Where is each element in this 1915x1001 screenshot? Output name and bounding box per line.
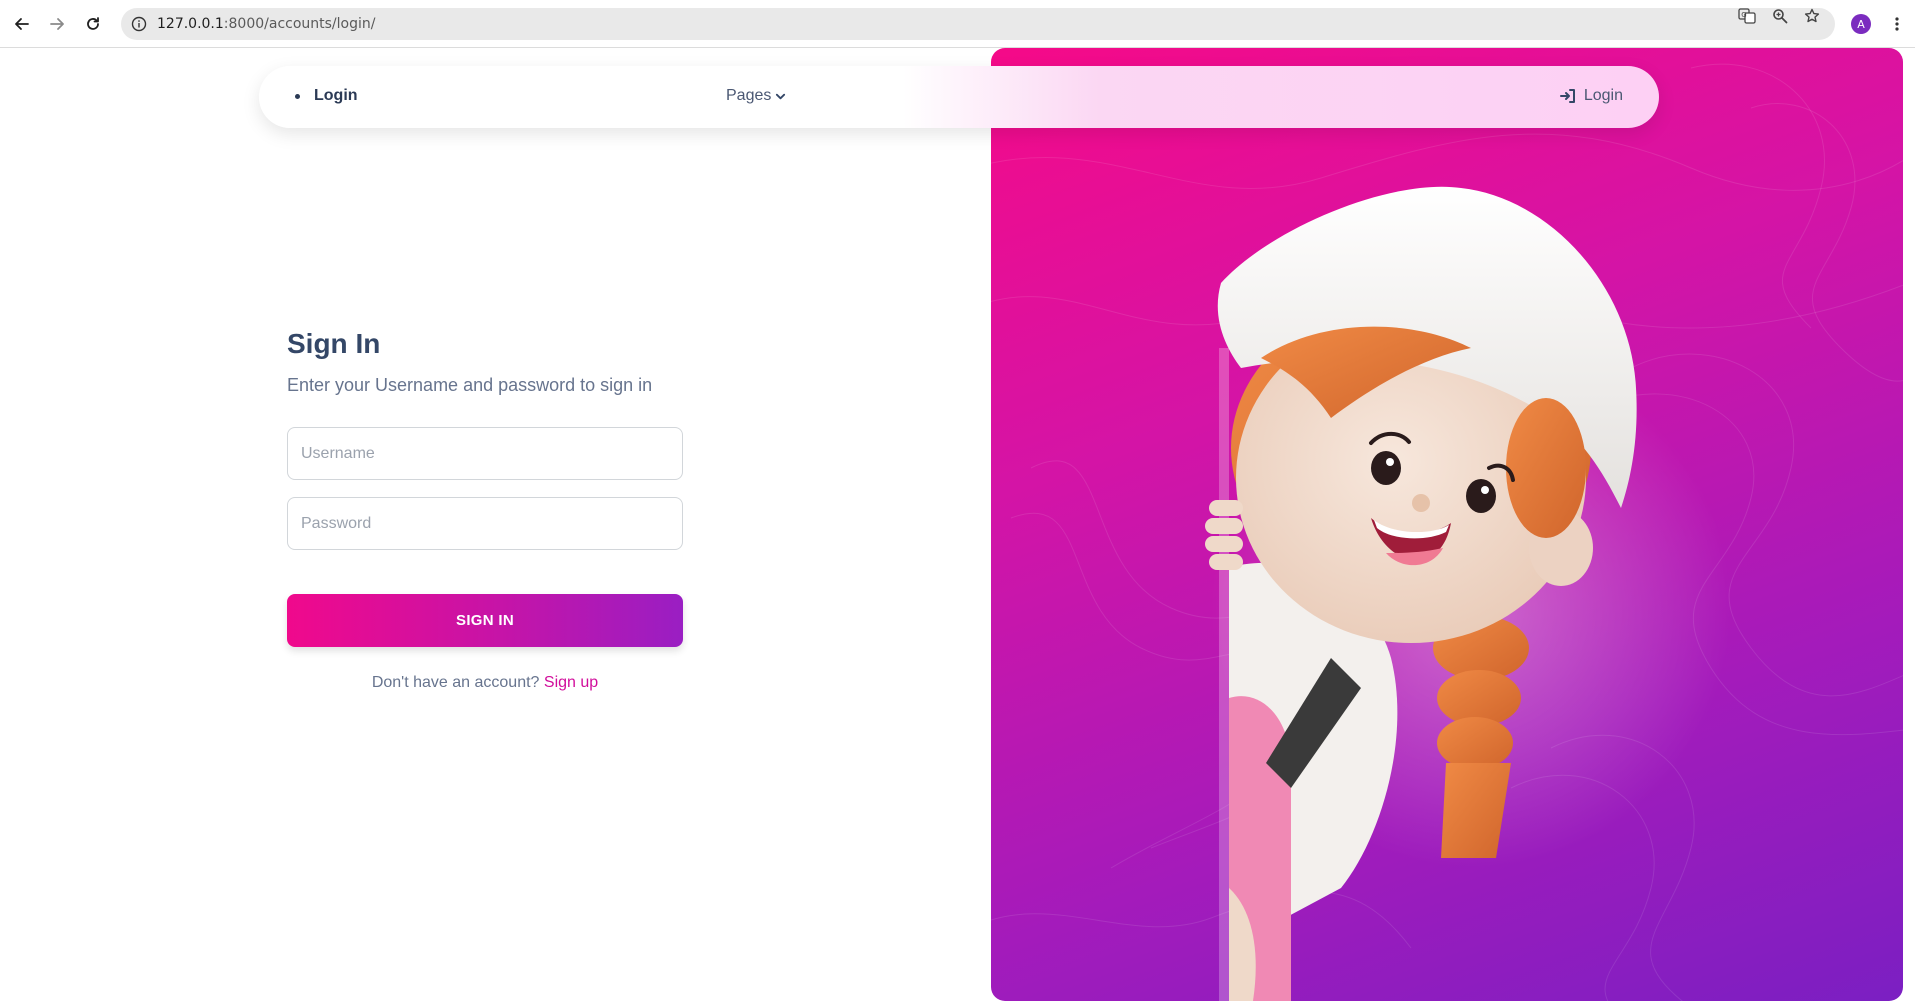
navbar-brand-label: Login <box>314 87 358 104</box>
zoom-button[interactable] <box>1770 8 1790 24</box>
browser-toolbar: 127.0.0.1:8000/accounts/login/ G A <box>0 0 1915 48</box>
pages-label: Pages <box>726 87 772 104</box>
hero-panel <box>991 48 1903 1001</box>
svg-text:G: G <box>1741 11 1746 19</box>
translate-icon: G <box>1738 8 1756 24</box>
arrow-right-icon <box>50 18 64 30</box>
address-bar[interactable]: 127.0.0.1:8000/accounts/login/ <box>121 8 1835 40</box>
profile-avatar[interactable]: A <box>1851 14 1871 34</box>
character-illustration <box>1205 186 1731 1001</box>
url-host: 127.0.0.1 <box>157 16 224 32</box>
back-button[interactable] <box>10 12 34 36</box>
reload-icon <box>87 17 99 30</box>
sign-in-icon <box>1559 89 1575 103</box>
top-navbar: Login Pages Login <box>259 66 1659 128</box>
username-input[interactable] <box>287 427 683 480</box>
forward-button[interactable] <box>45 12 69 36</box>
password-input[interactable] <box>287 497 683 550</box>
info-icon[interactable] <box>131 16 147 32</box>
sign-in-button[interactable]: SIGN IN <box>287 594 683 647</box>
browser-menu-button[interactable] <box>1889 12 1905 36</box>
page-subtitle: Enter your Username and password to sign… <box>287 375 653 395</box>
signup-prompt: Don't have an account? Sign up <box>287 674 683 692</box>
page-title: Sign In <box>287 328 381 359</box>
navbar-login-label: Login <box>1583 87 1623 104</box>
bullet-icon <box>295 93 300 99</box>
reload-button[interactable] <box>81 12 105 36</box>
signup-prompt-text: Don't have an account? <box>371 674 544 691</box>
arrow-left-icon <box>15 18 29 30</box>
url-text: 127.0.0.1:8000/accounts/login/ <box>157 16 375 32</box>
url-path: :8000/accounts/login/ <box>223 16 376 32</box>
translate-button[interactable]: G <box>1737 8 1757 24</box>
bookmark-button[interactable] <box>1802 8 1822 24</box>
pages-dropdown[interactable]: Pages <box>726 87 786 105</box>
more-vertical-icon <box>1895 17 1899 31</box>
signup-link[interactable]: Sign up <box>544 674 598 691</box>
navbar-login-link[interactable]: Login <box>1559 87 1623 105</box>
navbar-brand[interactable]: Login <box>295 87 358 105</box>
chevron-down-icon <box>776 93 786 99</box>
zoom-icon <box>1773 9 1788 24</box>
star-icon <box>1804 8 1820 23</box>
